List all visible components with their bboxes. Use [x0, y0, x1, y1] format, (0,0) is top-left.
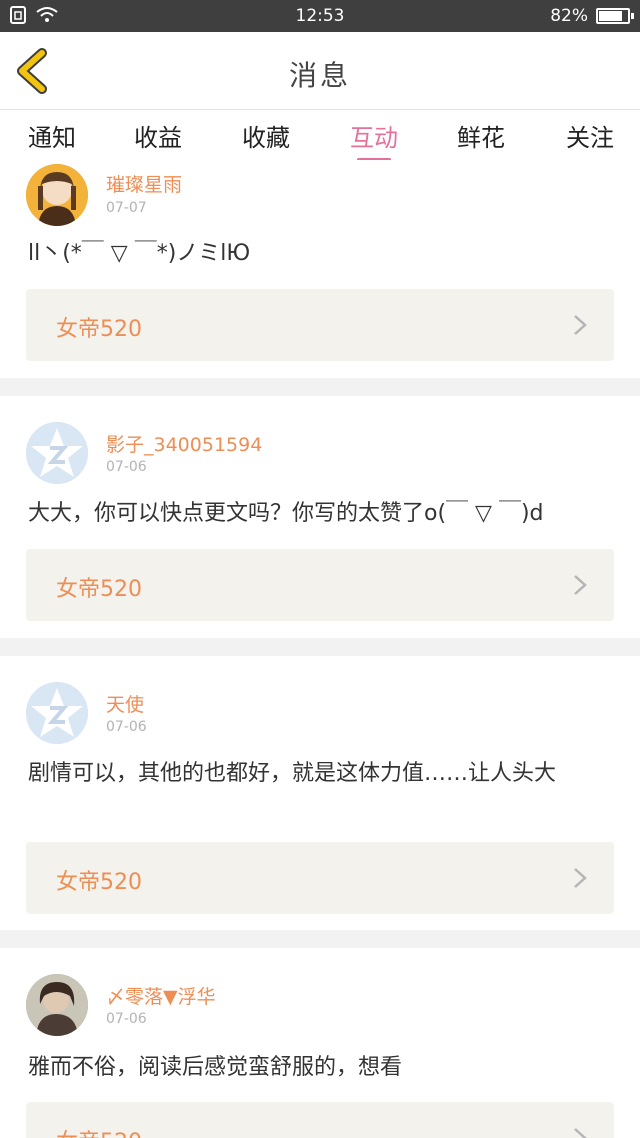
tab-interaction[interactable]: 互动 — [334, 118, 414, 161]
avatar[interactable] — [26, 422, 88, 484]
book-title: 女帝520 — [56, 577, 142, 602]
page-title: 消息 — [288, 59, 351, 92]
anime-girl-avatar-icon — [26, 164, 88, 226]
chevron-right-icon — [574, 315, 587, 335]
message-content: 雅而不俗，阅读后感觉蛮舒服的，想看 — [28, 1055, 403, 1080]
battery-icon — [596, 8, 634, 24]
book-link[interactable]: 女帝520 — [26, 1102, 614, 1138]
tab-favorites[interactable]: 收藏 — [226, 118, 306, 153]
book-title: 女帝520 — [56, 870, 142, 895]
clock: 12:53 — [295, 6, 345, 26]
tab-flowers[interactable]: 鲜花 — [441, 118, 521, 153]
book-link[interactable]: 女帝520 — [26, 842, 614, 914]
username[interactable]: 天使 — [106, 690, 144, 717]
avatar[interactable] — [26, 974, 88, 1036]
message-date: 07-06 — [106, 719, 147, 735]
message-feed[interactable]: 璀璨星雨 07-07 ll丶(*￣ ▽ ￣*)ノミlЮ 女帝520 影子_340… — [0, 160, 640, 1138]
book-link[interactable]: 女帝520 — [26, 289, 614, 361]
book-title: 女帝520 — [56, 1124, 142, 1138]
battery-percent: 82% — [550, 6, 588, 26]
username[interactable]: 影子_340051594 — [106, 430, 262, 457]
avatar[interactable] — [26, 164, 88, 226]
message-date: 07-06 — [106, 459, 147, 475]
tab-follow[interactable]: 关注 — [550, 118, 630, 153]
tab-label: 鲜花 — [457, 124, 505, 152]
message-date: 07-06 — [106, 1011, 147, 1027]
tab-label: 通知 — [28, 124, 76, 152]
message-date: 07-07 — [106, 200, 147, 216]
qq-default-avatar-icon — [26, 682, 88, 744]
tab-label: 关注 — [566, 124, 614, 152]
message-content: ll丶(*￣ ▽ ￣*)ノミlЮ — [28, 241, 251, 266]
qq-default-avatar-icon — [26, 422, 88, 484]
avatar[interactable] — [26, 682, 88, 744]
book-title: 女帝520 — [56, 317, 142, 342]
chevron-right-icon — [574, 868, 587, 888]
photo-avatar-icon — [26, 974, 88, 1036]
username[interactable]: 璀璨星雨 — [106, 170, 182, 197]
message-card: 〆零落▼浮华 07-06 雅而不俗，阅读后感觉蛮舒服的，想看 女帝520 — [0, 948, 640, 1138]
tab-label: 互动 — [350, 124, 398, 152]
tab-earnings[interactable]: 收益 — [118, 118, 198, 153]
tab-label: 收益 — [134, 124, 182, 152]
message-content: 剧情可以，其他的也都好，就是这体力值……让人头大 — [28, 761, 557, 786]
tab-notifications[interactable]: 通知 — [12, 118, 92, 153]
tab-bar: 通知 收益 收藏 互动 鲜花 关注 — [0, 110, 640, 161]
chevron-right-icon — [574, 575, 587, 595]
message-card: 天使 07-06 剧情可以，其他的也都好，就是这体力值……让人头大 女帝520 — [0, 656, 640, 930]
username[interactable]: 〆零落▼浮华 — [106, 982, 216, 1009]
nav-bar: 消息 — [0, 32, 640, 110]
status-bar: 12:53 82% — [0, 0, 640, 32]
tab-label: 收藏 — [242, 124, 290, 152]
message-content: 大大，你可以快点更文吗？你写的太赞了o(￣ ▽ ￣)d — [28, 501, 544, 526]
message-card: 璀璨星雨 07-07 ll丶(*￣ ▽ ￣*)ノミlЮ 女帝520 — [0, 160, 640, 378]
message-card: 影子_340051594 07-06 大大，你可以快点更文吗？你写的太赞了o(￣… — [0, 396, 640, 638]
book-link[interactable]: 女帝520 — [26, 549, 614, 621]
chevron-right-icon — [574, 1128, 587, 1138]
